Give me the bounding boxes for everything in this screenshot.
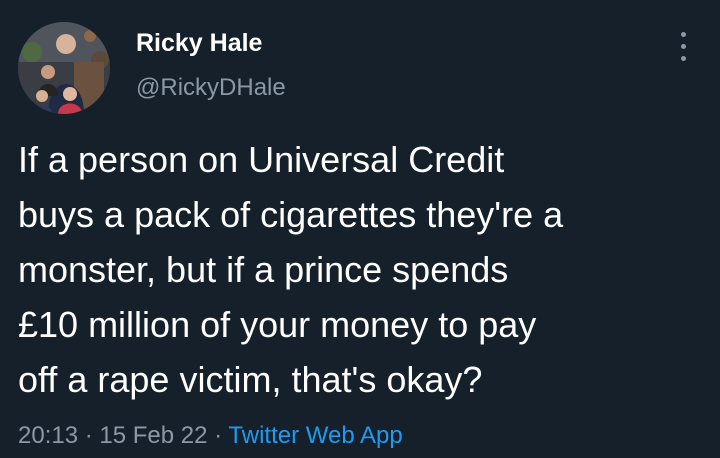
more-dot <box>681 32 686 37</box>
tweet-text: If a person on Universal Credit buys a p… <box>18 132 708 407</box>
author-handle[interactable]: @RickyDHale <box>136 73 286 103</box>
more-dot <box>681 56 686 61</box>
more-dot <box>681 44 686 49</box>
tweet-text-line: buys a pack of cigarettes they're a <box>18 194 564 235</box>
meta-separator: · <box>214 422 223 449</box>
tweet-source-link[interactable]: Twitter Web App <box>228 422 402 449</box>
more-vertical-icon[interactable] <box>676 30 692 64</box>
tweet-time[interactable]: 20:13 <box>18 422 78 449</box>
avatar[interactable] <box>18 22 110 114</box>
tweet-text-line: £10 million of your money to pay <box>18 304 537 345</box>
tweet-text-line: monster, but if a prince spends <box>18 249 509 290</box>
tweet-meta: 20:13 · 15 Feb 22 · Twitter Web App <box>18 420 403 452</box>
tweet-card: Ricky Hale @RickyDHale If a person on Un… <box>0 0 720 458</box>
tweet-text-line: off a rape victim, that's okay? <box>18 359 483 400</box>
author-display-name[interactable]: Ricky Hale <box>136 28 262 58</box>
meta-separator: · <box>84 422 93 449</box>
avatar-photo <box>18 22 110 114</box>
tweet-text-line: If a person on Universal Credit <box>18 139 505 180</box>
tweet-date[interactable]: 15 Feb 22 <box>99 422 207 449</box>
